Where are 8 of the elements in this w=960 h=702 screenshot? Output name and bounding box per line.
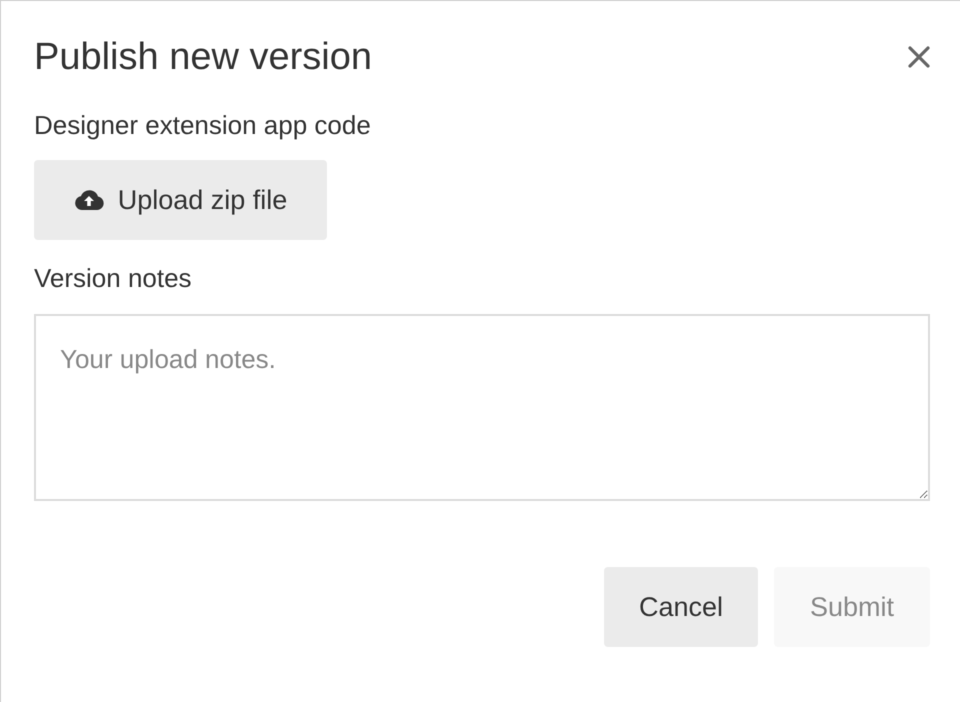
field-label: Version notes [34,262,193,295]
upload-button[interactable]: Upload zip file [34,160,327,240]
close-icon [907,45,931,69]
dialog-title: Publish new version [34,35,372,80]
cloud-upload-icon [74,190,104,210]
cancel-button[interactable]: Cancel [604,567,758,647]
notes-textarea[interactable]: Your upload notes. [34,314,930,501]
field-label: Designer extension app code [34,109,372,142]
